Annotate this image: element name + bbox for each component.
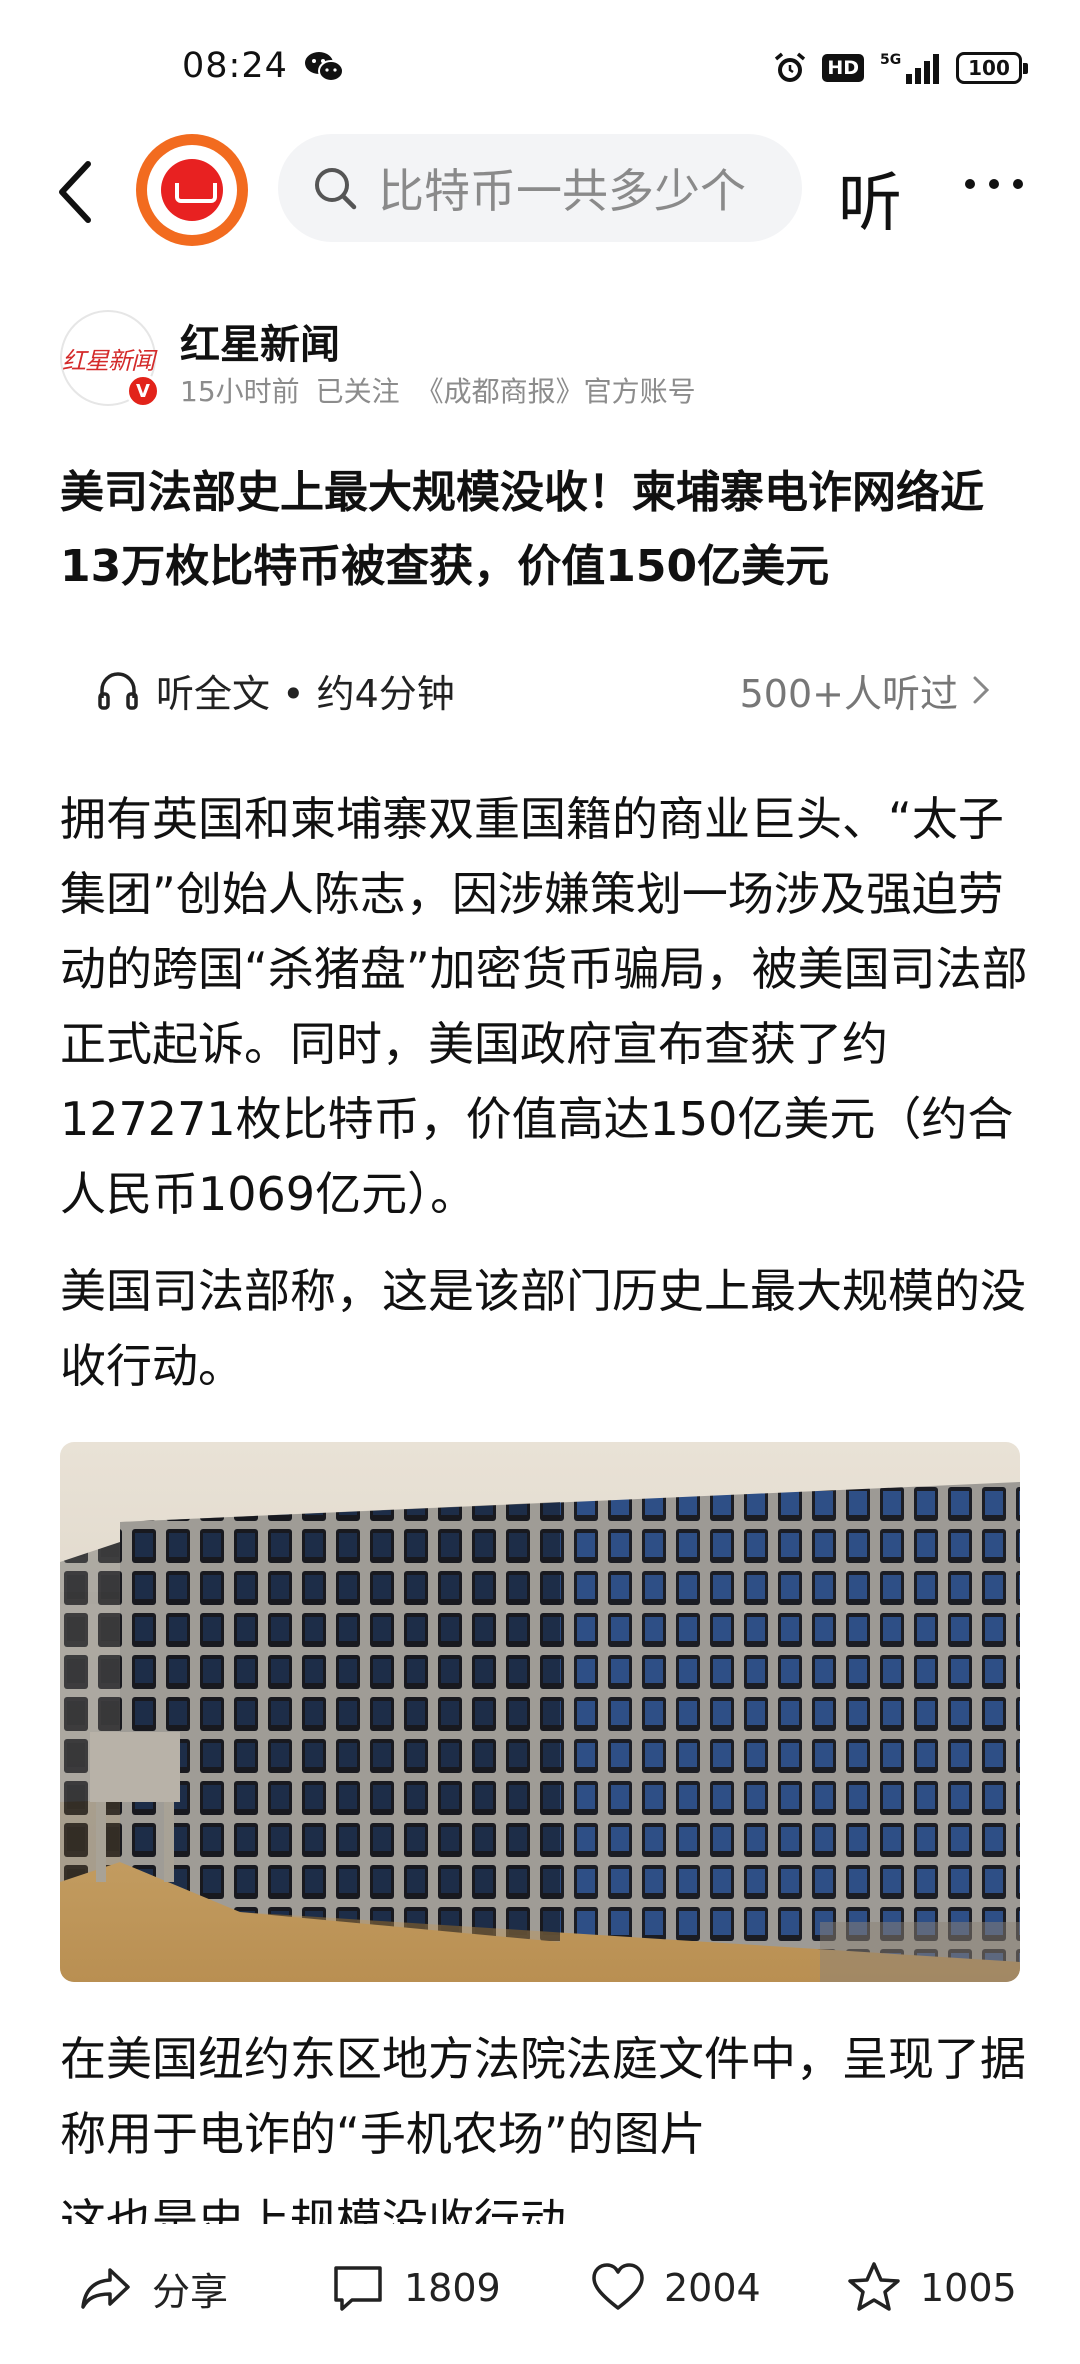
favorite-count: 1005 [920, 2266, 1017, 2310]
post-time: 15小时前 [180, 375, 300, 408]
listen-count: 500+人听过 [739, 671, 958, 716]
listen-full-label: 听全文 • 约4分钟 [156, 671, 455, 716]
author-name[interactable]: 红星新闻 [180, 312, 340, 370]
app-logo-mark [161, 159, 223, 221]
bottom-action-bar: 分享 1809 2004 1005 [0, 2226, 1080, 2364]
share-icon [81, 2268, 130, 2309]
status-time: 08:24 [182, 46, 288, 86]
search-bar[interactable]: 比特币一共多少个 [278, 134, 802, 242]
article-paragraph: 拥有英国和柬埔寨双重国籍的商业巨头、“太子集团”创始人陈志，因涉嫌策划一场涉及强… [60, 792, 1028, 1221]
article-title: 美司法部史上最大规模没收！柬埔寨电诈网络近13万枚比特币被查获，价值150亿美元 [60, 467, 984, 592]
like-count: 2004 [664, 2266, 761, 2310]
author-avatar[interactable]: 红星新闻 V [60, 310, 160, 408]
comment-count: 1809 [404, 2266, 501, 2310]
search-input[interactable]: 比特币一共多少个 [378, 155, 758, 221]
article-paragraph: 美国司法部称，这是该部门历史上最大规模的没收行动。 [60, 1264, 1026, 1393]
follow-status[interactable]: 已关注 [316, 370, 400, 410]
hd-badge: HD [822, 54, 864, 82]
verified-badge: V [126, 374, 160, 408]
top-nav: 比特币一共多少个 听 [0, 120, 1080, 260]
back-arrow-icon[interactable] [52, 156, 100, 228]
listen-full-bar[interactable]: 听全文 • 约4分钟 500+人听过 [60, 640, 1020, 740]
favorite-button[interactable]: 1005 [846, 2258, 1017, 2318]
app-logo-inner [147, 145, 237, 235]
star-icon [848, 2262, 900, 2311]
share-button[interactable]: 分享 [78, 2258, 228, 2318]
wechat-icon [305, 52, 344, 82]
article-paragraph-cut: 这也是史上规模没收行动 [60, 2194, 566, 2224]
status-bar: 08:24 HD 5G 100 [0, 0, 1080, 120]
chevron-right-icon [973, 676, 990, 704]
battery-indicator: 100 [956, 52, 1028, 84]
comment-button[interactable]: 1809 [330, 2258, 501, 2318]
avatar-logo-text: 红星新闻 [62, 346, 155, 375]
app-logo[interactable] [136, 134, 248, 246]
like-button[interactable]: 2004 [590, 2258, 761, 2318]
more-options-icon[interactable] [962, 176, 1026, 192]
author-meta: 15小时前 已关注 《成都商报》官方账号 [180, 370, 696, 410]
search-icon [315, 168, 357, 210]
heart-icon [592, 2263, 644, 2310]
listen-button[interactable]: 听 [838, 152, 902, 244]
account-description: 《成都商报》官方账号 [415, 375, 696, 408]
svg-text:5G: 5G [880, 52, 901, 68]
article-photo[interactable] [60, 1442, 1020, 1982]
signal-5g-icon: 5G [880, 52, 939, 84]
status-icons: HD 5G 100 [772, 48, 1028, 88]
comment-icon [334, 2266, 382, 2311]
alarm-icon [775, 52, 806, 82]
headphone-icon [98, 672, 138, 710]
photo-caption: 在美国纽约东区地方法院法庭文件中，呈现了据称用于电诈的“手机农场”的图片 [60, 2032, 1026, 2161]
share-label: 分享 [152, 2269, 229, 2314]
